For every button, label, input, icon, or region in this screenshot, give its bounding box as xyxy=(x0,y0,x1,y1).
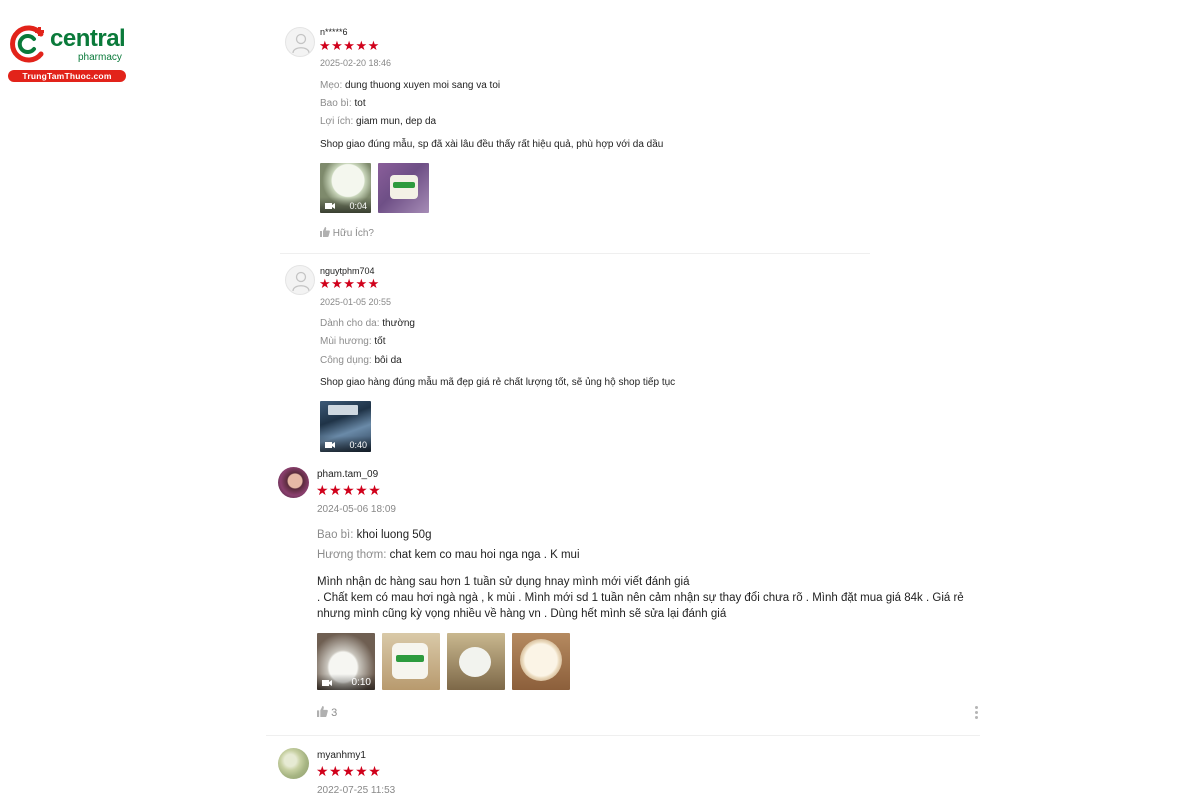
like-count: 3 xyxy=(331,707,338,719)
review-date: 2025-01-05 20:55 xyxy=(320,297,392,307)
review-image-thumbnail[interactable] xyxy=(512,633,570,690)
video-duration: 0:10 xyxy=(351,677,371,688)
attribute-value: tot xyxy=(354,98,366,109)
rating-stars: ★★★★★ xyxy=(319,38,380,53)
helpful-button[interactable]: 3 xyxy=(317,706,337,719)
review-attribute: Mẹo: dung thuong xuyen moi sang va toi xyxy=(320,80,500,91)
rating-stars: ★★★★★ xyxy=(319,276,380,291)
review-username[interactable]: n*****6 xyxy=(320,27,348,37)
review-comment: Shop giao hàng đúng mẫu mã đẹp giá rẻ ch… xyxy=(320,377,676,388)
attribute-value: bôi da xyxy=(374,355,402,366)
attribute-key: Công dụng: xyxy=(320,355,372,366)
review-comment-line: nhưng mình cũng kỳ vọng nhiều về hàng vn… xyxy=(317,608,727,620)
review-video-thumbnail[interactable]: 0:40 xyxy=(320,401,371,452)
video-camera-icon xyxy=(325,203,335,209)
review-comment: Mình nhận dc hàng sau hơn 1 tuần sử dụng… xyxy=(317,574,977,622)
review-video-thumbnail[interactable]: 0:10 xyxy=(317,633,375,690)
review-image-thumbnail[interactable] xyxy=(382,633,440,690)
review-attribute: Mùi hương: tốt xyxy=(320,336,386,347)
review-attribute: Công dụng: bôi da xyxy=(320,355,402,366)
product-jar-image xyxy=(390,175,418,199)
attribute-key: Hương thơm: xyxy=(317,549,387,561)
review-comment: Shop giao đúng mẫu, sp đã xài lâu đều th… xyxy=(320,139,664,150)
review-date: 2022-07-25 11:53 xyxy=(317,785,396,796)
attribute-value: tốt xyxy=(374,336,386,347)
pharmacy-logo-mark-icon xyxy=(10,25,44,63)
review-image-thumbnail[interactable] xyxy=(447,633,505,690)
video-camera-icon xyxy=(322,680,332,686)
review-username[interactable]: myanhmy1 xyxy=(317,750,366,761)
video-frame-detail xyxy=(328,405,358,415)
review-date: 2024-05-06 18:09 xyxy=(317,504,396,515)
review-attribute: Lợi ích: giam mun, dep da xyxy=(320,116,436,127)
review-image-thumbnail[interactable] xyxy=(378,163,429,213)
product-cream-image xyxy=(520,639,562,681)
thumbs-up-icon xyxy=(317,706,328,717)
attribute-key: Dành cho da: xyxy=(320,318,380,329)
brand-banner: TrungTamThuoc.com xyxy=(8,70,126,82)
more-options-icon[interactable] xyxy=(975,706,979,721)
product-jar-image xyxy=(459,647,491,677)
review-username[interactable]: pham.tam_09 xyxy=(317,469,378,480)
attribute-key: Mùi hương: xyxy=(320,336,372,347)
review-attribute: Hương thơm: chat kem co mau hoi nga nga … xyxy=(317,549,580,561)
attribute-value: giam mun, dep da xyxy=(356,116,437,127)
attribute-key: Bao bì: xyxy=(317,529,354,541)
thumbs-up-icon xyxy=(320,227,330,237)
brand-name: central xyxy=(50,25,126,52)
review-username[interactable]: nguytphm704 xyxy=(320,266,375,276)
review-divider xyxy=(280,253,870,254)
review-video-thumbnail[interactable]: 0:04 xyxy=(320,163,371,213)
avatar[interactable] xyxy=(285,27,315,57)
user-placeholder-icon xyxy=(292,271,310,292)
attribute-key: Bao bì: xyxy=(320,98,352,109)
helpful-button[interactable]: Hữu Ích? xyxy=(320,227,374,239)
brand-subtitle: pharmacy xyxy=(78,52,122,63)
review-date: 2025-02-20 18:46 xyxy=(320,58,392,68)
central-pharmacy-logo[interactable]: central pharmacy TrungTamThuoc.com xyxy=(8,22,128,82)
attribute-value: khoi luong 50g xyxy=(356,529,432,541)
review-comment-line: Mình nhận dc hàng sau hơn 1 tuần sử dụng… xyxy=(317,576,690,588)
avatar[interactable] xyxy=(278,748,309,779)
helpful-label: Hữu Ích? xyxy=(332,228,374,239)
attribute-key: Mẹo: xyxy=(320,80,343,91)
product-jar-image xyxy=(392,643,428,679)
video-camera-icon xyxy=(325,442,335,448)
review-attribute: Bao bì: tot xyxy=(320,98,366,109)
avatar[interactable] xyxy=(285,265,315,295)
review-comment-line: . Chất kem có mau hơi ngà ngà , k mùi . … xyxy=(317,592,964,604)
user-placeholder-icon xyxy=(292,33,310,54)
attribute-value: chat kem co mau hoi nga nga . K mui xyxy=(389,549,580,561)
video-duration: 0:40 xyxy=(349,440,367,450)
review-attribute: Dành cho da: thường xyxy=(320,318,415,329)
rating-stars: ★★★★★ xyxy=(316,763,382,779)
video-duration: 0:04 xyxy=(349,201,367,211)
attribute-key: Lợi ích: xyxy=(320,116,354,127)
rating-stars: ★★★★★ xyxy=(316,482,382,498)
attribute-value: thường xyxy=(382,318,415,329)
attribute-value: dung thuong xuyen moi sang va toi xyxy=(345,80,501,91)
review-attribute: Bao bì: khoi luong 50g xyxy=(317,529,431,541)
review-divider xyxy=(266,735,980,736)
avatar[interactable] xyxy=(278,467,309,498)
